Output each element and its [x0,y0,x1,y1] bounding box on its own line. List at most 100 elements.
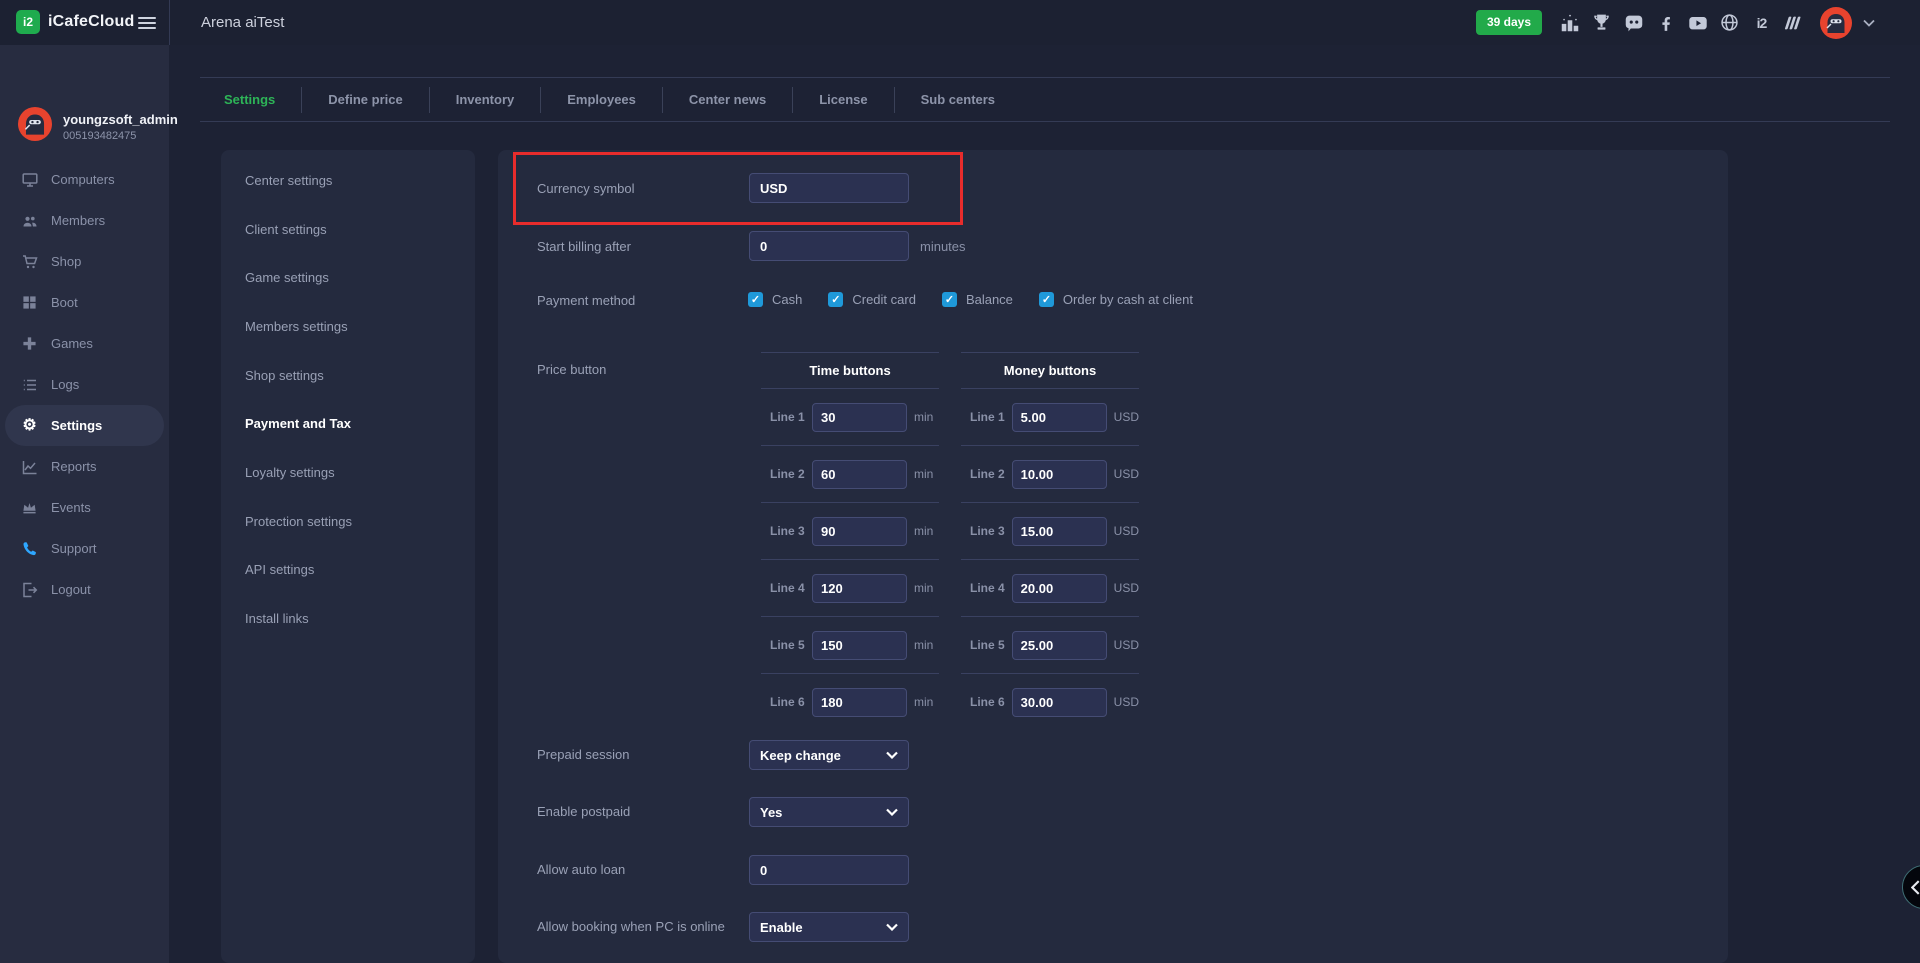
enable-postpaid-select[interactable]: Yes [749,797,909,827]
sidebar-item-games[interactable]: Games [0,323,169,364]
sidebar: youngzsoft_admin 005193482475 Computers [0,45,169,963]
tab-define-price[interactable]: Define price [302,92,428,107]
enable-postpaid-label: Enable postpaid [537,804,630,819]
time-line-1-input[interactable] [812,403,907,432]
row-unit: min [914,524,933,538]
settings-nav-members-settings[interactable]: Members settings [221,302,475,351]
row-unit: USD [1114,467,1139,481]
money-line-4-input[interactable] [1012,574,1107,603]
gear-icon [21,418,38,434]
time-line-4-input[interactable] [812,574,907,603]
start-billing-unit: minutes [920,239,966,254]
chevron-down-icon[interactable] [1863,19,1875,27]
tab-center-news[interactable]: Center news [663,92,792,107]
settings-nav-client-settings[interactable]: Client settings [221,205,475,254]
payment-method-label: Payment method [537,293,635,308]
chart-icon [21,459,38,475]
settings-nav-payment-and-tax[interactable]: Payment and Tax [221,399,475,448]
prepaid-session-select[interactable]: Keep change [749,740,909,770]
ranking-icon[interactable] [1558,11,1581,35]
settings-nav-install-links[interactable]: Install links [221,594,475,643]
sidebar-item-settings[interactable]: Settings [5,405,164,446]
hamburger-menu-icon[interactable] [138,17,156,32]
row-unit: min [914,638,933,652]
money-line-5-input[interactable] [1012,631,1107,660]
row-label: Line 6 [770,695,812,709]
table-row: Line 2 min [761,446,939,503]
allow-booking-select[interactable]: Enable [749,912,909,942]
settings-nav-shop-settings[interactable]: Shop settings [221,351,475,400]
sidebar-item-shop[interactable]: Shop [0,241,169,282]
row-label: Line 2 [770,467,812,481]
license-days-badge[interactable]: 39 days [1476,10,1542,35]
time-buttons-header: Time buttons [761,352,939,389]
app-logo[interactable]: i2 iCafeCloud [16,10,134,34]
checkbox-credit-card[interactable]: Credit card [828,292,916,307]
row-unit: min [914,581,933,595]
money-line-1-input[interactable] [1012,403,1107,432]
row-label: Line 1 [970,410,1012,424]
row-unit: min [914,695,933,709]
money-line-6-input[interactable] [1012,688,1107,717]
money-line-2-input[interactable] [1012,460,1107,489]
settings-nav-api-settings[interactable]: API settings [221,546,475,595]
settings-nav-panel: Center settings Client settings Game set… [221,150,475,963]
settings-nav-game-settings[interactable]: Game settings [221,253,475,302]
currency-symbol-input[interactable] [749,173,909,203]
tab-bar: Settings Define price Inventory Employee… [198,78,1021,121]
sidebar-item-label: Members [51,213,105,228]
checkbox-label: Cash [772,292,802,307]
checkbox-label: Balance [966,292,1013,307]
sidebar-item-label: Logout [51,582,91,597]
checkbox-cash[interactable]: Cash [748,292,802,307]
time-line-6-input[interactable] [812,688,907,717]
games-icon [21,336,38,351]
time-line-5-input[interactable] [812,631,907,660]
facebook-icon[interactable] [1654,11,1677,35]
globe-icon[interactable] [1718,11,1741,35]
user-avatar[interactable] [1820,7,1852,39]
user-block[interactable]: youngzsoft_admin 005193482475 [18,107,178,146]
youtube-icon[interactable] [1686,11,1709,35]
sidebar-item-support[interactable]: Support [0,528,169,569]
sidebar-item-members[interactable]: Members [0,200,169,241]
select-value: Yes [760,805,782,820]
tab-settings[interactable]: Settings [198,92,301,107]
money-line-3-input[interactable] [1012,517,1107,546]
app-window: i2 iCafeCloud Arena aiTest 39 days [0,0,1920,963]
sidebar-nav: Computers Members [0,159,169,610]
settings-nav-loyalty-settings[interactable]: Loyalty settings [221,448,475,497]
users-icon [21,213,38,229]
page-title: Arena aiTest [201,14,284,31]
discord-icon[interactable] [1622,11,1645,35]
settings-nav-center-settings[interactable]: Center settings [221,156,475,205]
sidebar-item-logout[interactable]: Logout [0,569,169,610]
sidebar-item-logs[interactable]: Logs [0,364,169,405]
sidebar-item-reports[interactable]: Reports [0,446,169,487]
start-billing-label: Start billing after [537,239,631,254]
icafe-icon[interactable] [1750,11,1773,35]
time-buttons-column: Time buttons Line 1 min Line 2 min Line … [761,352,939,730]
start-billing-input[interactable] [749,231,909,261]
sidebar-item-label: Reports [51,459,97,474]
sidebar-item-label: Games [51,336,93,351]
checkbox-balance[interactable]: Balance [942,292,1013,307]
sidebar-item-events[interactable]: Events [0,487,169,528]
trophy-icon[interactable] [1590,11,1613,35]
panel-collapse-handle[interactable] [1902,865,1920,909]
tab-inventory[interactable]: Inventory [430,92,541,107]
settings-nav-protection-settings[interactable]: Protection settings [221,497,475,546]
tab-sub-centers[interactable]: Sub centers [895,92,1021,107]
time-line-3-input[interactable] [812,517,907,546]
phone-icon [21,541,38,556]
checkbox-order-by-cash-at-client[interactable]: Order by cash at client [1039,292,1193,307]
allow-auto-loan-input[interactable] [749,855,909,885]
row-label: Line 5 [970,638,1012,652]
layers-icon[interactable] [1782,11,1805,35]
logout-icon [21,582,38,598]
time-line-2-input[interactable] [812,460,907,489]
tab-license[interactable]: License [793,92,893,107]
sidebar-item-computers[interactable]: Computers [0,159,169,200]
tab-employees[interactable]: Employees [541,92,662,107]
sidebar-item-boot[interactable]: Boot [0,282,169,323]
